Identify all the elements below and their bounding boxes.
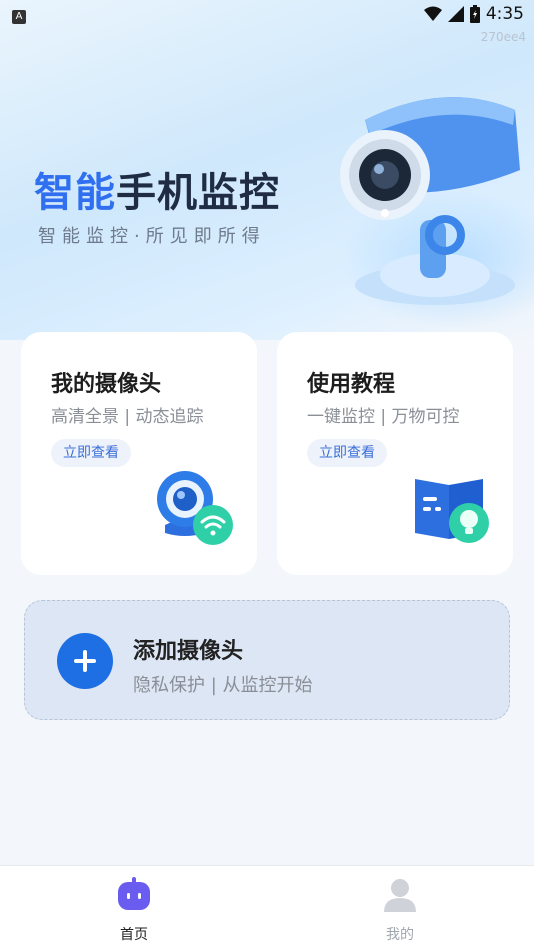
notification-badge: A <box>12 10 26 24</box>
tab-home[interactable]: 首页 <box>94 874 174 946</box>
add-camera-title: 添加摄像头 <box>133 639 244 664</box>
card-subtitle: 高清全景 | 动态追踪 <box>51 407 204 427</box>
view-now-button[interactable]: 立即查看 <box>307 439 387 467</box>
card-title: 使用教程 <box>307 372 396 397</box>
wifi-icon <box>423 6 442 21</box>
add-camera-button[interactable] <box>57 633 113 689</box>
hero-banner: A 4:35 270ee4 智能手机监控 智能监控·所见即所得 <box>0 0 534 340</box>
hero-title: 智能手机监控 <box>34 160 280 218</box>
security-camera-icon <box>340 97 520 305</box>
view-now-button[interactable]: 立即查看 <box>51 439 131 467</box>
hero-title-rest: 手机监控 <box>116 170 280 216</box>
build-id: 270ee4 <box>480 30 526 44</box>
status-left: A <box>12 4 26 24</box>
book-bulb-icon <box>415 479 489 543</box>
tutorial-card[interactable]: 使用教程 一键监控 | 万物可控 立即查看 <box>277 332 513 575</box>
card-title: 我的摄像头 <box>51 372 162 397</box>
bottom-tab-bar: 首页 我的 <box>0 865 534 950</box>
tab-mine[interactable]: 我的 <box>360 874 440 946</box>
hero-subtitle: 智能监控·所见即所得 <box>38 226 266 247</box>
plus-icon <box>74 650 96 672</box>
card-subtitle: 一键监控 | 万物可控 <box>307 407 460 427</box>
tab-label: 我的 <box>386 927 414 943</box>
camera-wifi-icon <box>157 471 233 545</box>
battery-icon <box>469 5 480 23</box>
status-time: 4:35 <box>485 4 524 24</box>
status-bar: A 4:35 <box>0 0 534 28</box>
add-camera-subtitle: 隐私保护 | 从监控开始 <box>133 675 313 696</box>
add-camera-card[interactable]: 添加摄像头 隐私保护 | 从监控开始 <box>24 600 510 720</box>
tab-label: 首页 <box>120 927 148 943</box>
status-right: 4:35 <box>423 4 524 24</box>
home-robot-icon <box>118 877 150 910</box>
hero-title-accent: 智能 <box>34 170 116 216</box>
user-icon <box>384 879 416 912</box>
signal-icon <box>447 6 464 22</box>
my-cameras-card[interactable]: 我的摄像头 高清全景 | 动态追踪 立即查看 <box>21 332 257 575</box>
